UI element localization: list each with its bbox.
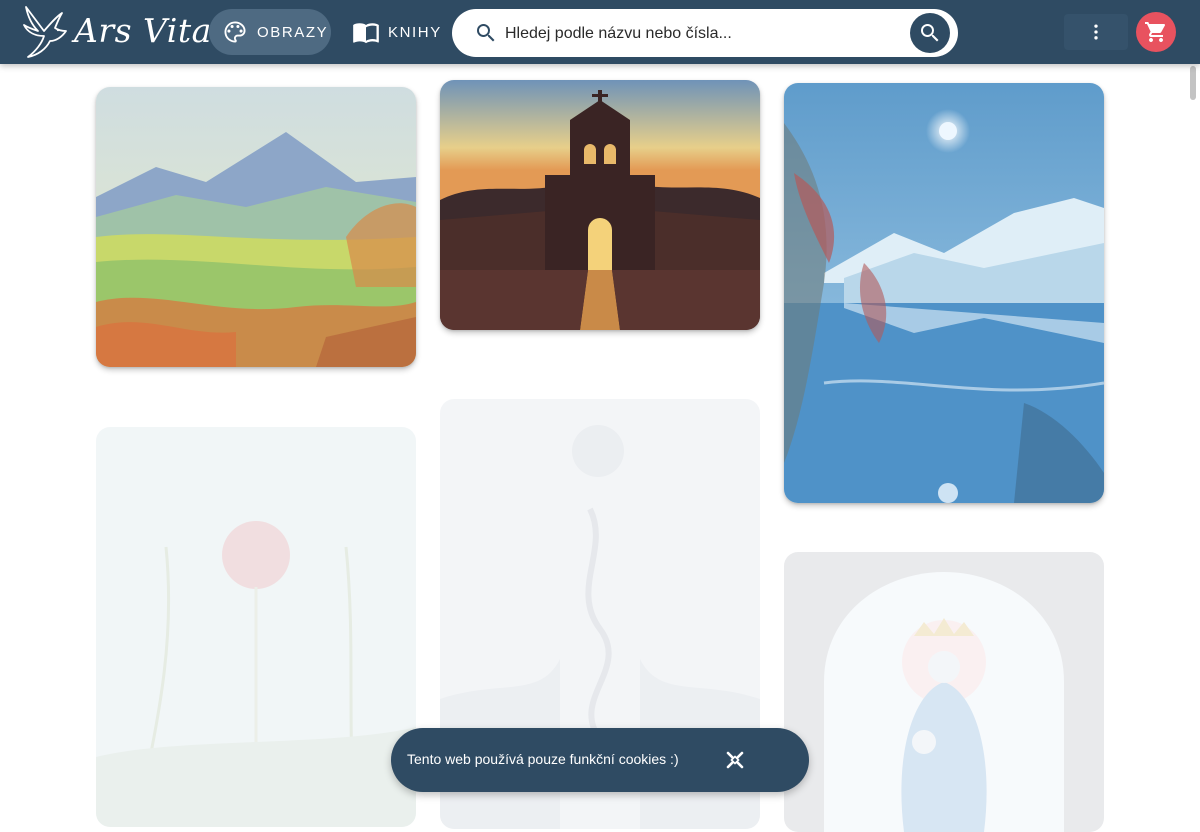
more-vert-icon (1094, 24, 1098, 40)
cookie-banner-text: Tento web používá pouze funkční cookies … (407, 751, 679, 767)
scrollbar-thumb[interactable] (1190, 66, 1196, 100)
cart-icon (1145, 22, 1166, 42)
page-scrollbar[interactable] (1186, 64, 1200, 800)
nav-paintings-button[interactable]: OBRAZY (209, 9, 331, 55)
logo-text: Ars Vita (74, 11, 212, 50)
search-icon (921, 24, 939, 42)
mountain-landscape-painting (96, 87, 416, 367)
search-submit-button[interactable] (910, 13, 950, 53)
nav-books-button[interactable]: KNIHY (350, 9, 450, 55)
painting-card-winter-lake[interactable] (784, 83, 1104, 503)
close-icon (726, 751, 744, 769)
flowers-sun-painting (96, 427, 416, 827)
cookie-banner: Tento web používá pouze funkční cookies … (391, 728, 809, 792)
madonna-with-child-painting (784, 552, 1104, 832)
top-app-bar: Ars Vita OBRAZY KNIHY (0, 0, 1200, 64)
dove-logo-icon (23, 6, 67, 58)
painting-card-madonna[interactable] (784, 552, 1104, 832)
search-input[interactable] (503, 19, 902, 49)
more-menu-button[interactable] (1064, 14, 1128, 50)
palette-icon (221, 18, 249, 46)
book-open-icon (352, 18, 380, 46)
painting-card-mountain-landscape[interactable] (96, 87, 416, 367)
nav-books-label: KNIHY (388, 23, 442, 41)
painting-card-church-gate[interactable] (440, 80, 760, 330)
nav-paintings-label: OBRAZY (257, 23, 329, 41)
cookie-dismiss-button[interactable] (723, 748, 747, 772)
site-logo[interactable]: Ars Vita (22, 3, 211, 61)
search-icon (474, 21, 498, 45)
cart-button[interactable] (1136, 12, 1176, 52)
winter-lake-mountains-painting (784, 83, 1104, 503)
church-gate-sunset-painting (440, 80, 760, 330)
painting-card-flowers-sun[interactable] (96, 427, 416, 827)
search-bar (452, 9, 958, 57)
